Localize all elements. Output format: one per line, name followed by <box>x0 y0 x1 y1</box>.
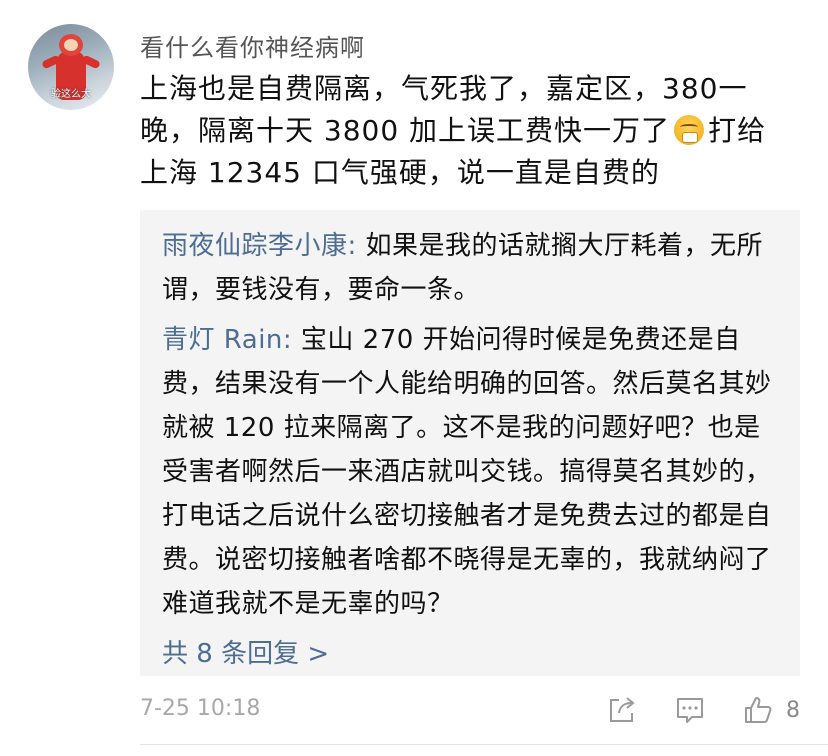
reply-item: 雨夜仙踪李小康: 如果是我的话就搁大厅耗着，无所谓，要钱没有，要命一条。 <box>162 224 778 312</box>
thumbs-up-icon <box>745 697 772 723</box>
tired-face-icon <box>674 115 705 145</box>
comment-text-part-1: 上海也是自费隔离，气死我了，嘉定区，380一晚，隔离十天 3800 加上误工费快… <box>140 72 748 147</box>
more-replies-link[interactable]: 共 8 条回复 > <box>162 632 778 676</box>
divider <box>140 744 828 745</box>
like-button[interactable]: 8 <box>742 694 800 726</box>
share-icon <box>610 697 635 722</box>
avatar-watermark: 验这么大 <box>51 89 91 100</box>
comment-icon <box>677 698 703 723</box>
reply-list: 雨夜仙踪李小康: 如果是我的话就搁大厅耗着，无所谓，要钱没有，要命一条。 青灯 … <box>140 210 800 676</box>
reply-item: 青灯 Rain: 宝山 270 开始问得时候是免费还是自费，结果没有一个人能给明… <box>162 318 778 626</box>
share-button[interactable] <box>606 694 638 726</box>
reply-author[interactable]: 青灯 Rain: <box>162 325 292 355</box>
reply-author[interactable]: 雨夜仙踪李小康: <box>162 231 357 261</box>
comment-username[interactable]: 看什么看你神经病啊 <box>140 28 365 63</box>
comment-button[interactable] <box>674 694 706 726</box>
comment-text: 上海也是自费隔离，气死我了，嘉定区，380一晚，隔离十天 3800 加上误工费快… <box>140 68 795 194</box>
avatar-figure-face <box>64 39 78 51</box>
avatar[interactable]: 验这么大 <box>28 24 114 110</box>
like-count: 8 <box>786 697 800 723</box>
reply-text: 宝山 270 开始问得时候是免费还是自费，结果没有一个人能给明确的回答。然后莫名… <box>162 325 772 619</box>
comment-timestamp: 7-25 10:18 <box>140 696 261 721</box>
